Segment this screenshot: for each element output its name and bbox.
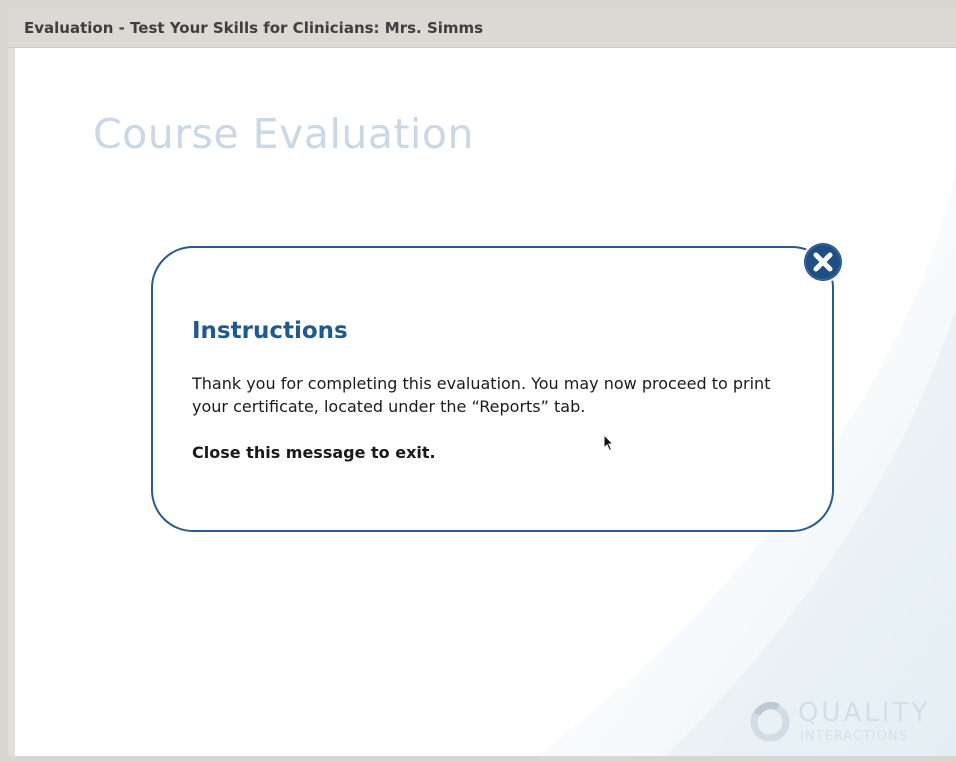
dialog-message: Thank you for completing this evaluation… bbox=[192, 374, 771, 416]
dialog-close-hint: Close this message to exit. bbox=[192, 443, 436, 462]
course-stage: Course Evaluation Instructions Thank you… bbox=[15, 48, 956, 757]
title-bar: Evaluation - Test Your Skills for Clinic… bbox=[8, 8, 956, 48]
logo-subtitle: INTERACTIONS bbox=[800, 729, 908, 744]
frame-bottom-edge bbox=[8, 756, 956, 762]
page-heading: Course Evaluation bbox=[93, 110, 475, 158]
frame-left-edge bbox=[8, 48, 15, 762]
mouse-pointer-icon bbox=[603, 434, 615, 452]
window-title: Evaluation - Test Your Skills for Clinic… bbox=[24, 19, 484, 37]
close-dialog-button[interactable] bbox=[801, 240, 845, 284]
brand-logo: QUALITY INTERACTIONS bbox=[748, 698, 948, 748]
logo-name: QUALITY bbox=[798, 698, 931, 728]
dialog-title: Instructions bbox=[192, 318, 348, 344]
instructions-dialog: Instructions Thank you for completing th… bbox=[151, 246, 834, 532]
app-window: Evaluation - Test Your Skills for Clinic… bbox=[0, 0, 956, 762]
close-icon bbox=[802, 241, 844, 283]
logo-ring-icon bbox=[750, 701, 790, 742]
